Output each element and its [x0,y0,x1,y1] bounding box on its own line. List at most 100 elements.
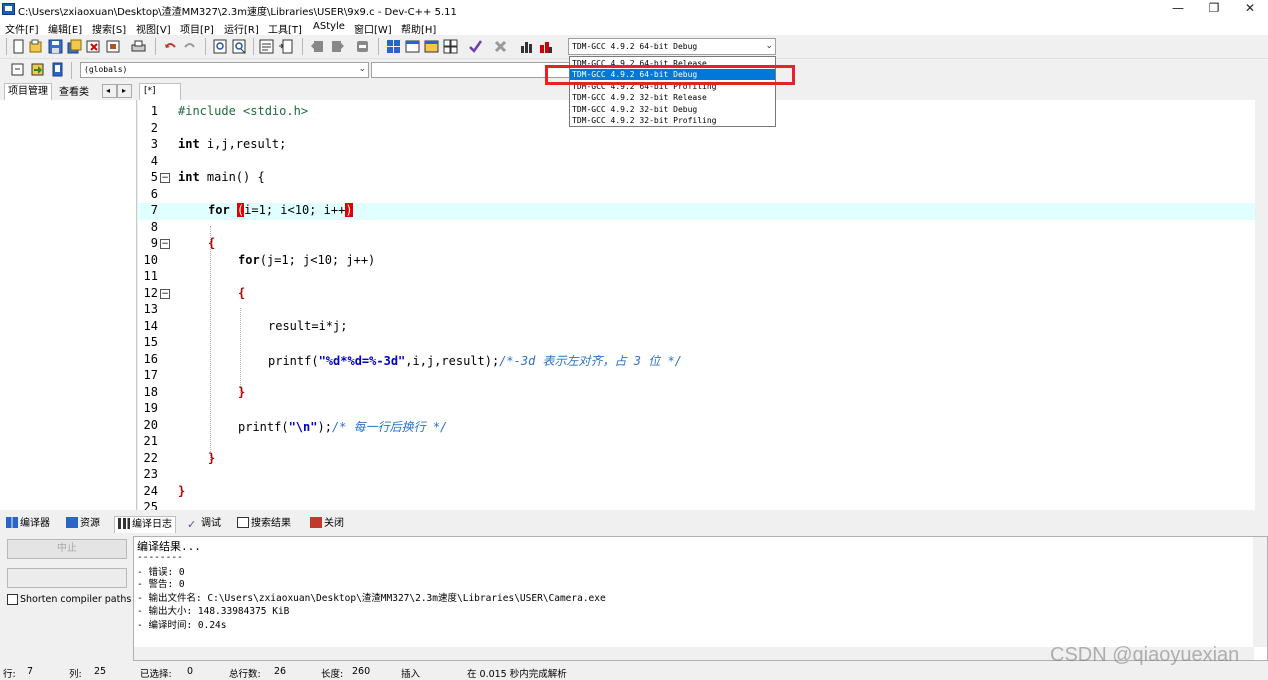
syntax-check-icon[interactable] [468,39,483,54]
code-line-24: 24} [143,484,186,498]
remove-from-project-icon[interactable] [330,39,345,54]
find-icon[interactable] [213,39,228,54]
indent-icon[interactable] [278,39,293,54]
compile-run-icon[interactable] [424,39,439,54]
menu-help[interactable]: 帮助[H] [401,21,436,36]
tab-close[interactable]: 关闭 [310,516,344,533]
tab-search-results[interactable]: 搜索结果 [237,516,291,533]
code-line-10: 10 for(j=1; j<10; j++) [143,253,376,267]
menu-edit[interactable]: 编辑[E] [48,21,82,36]
chevron-down-icon: ⌄ [765,41,773,51]
fold-collapse-icon[interactable]: − [160,289,170,299]
profile-icon[interactable] [538,39,553,54]
bottom-panel-tabs: 编译器 资源 编译日志 ✓ 调试 搜索结果 关闭 [0,514,1268,534]
close-button[interactable]: ✕ [1232,0,1268,19]
tab-resources[interactable]: 资源 [66,516,100,533]
tab-scroll-left[interactable]: ◂ [102,84,117,98]
print-icon[interactable] [131,39,146,54]
code-line-16: 16 printf("%d*%d=%-3d",i,j,result);/*-3d … [143,352,682,368]
chart-icon[interactable] [519,39,534,54]
compile-log[interactable]: 编译结果... -------- - 错误: 0 - 警告: 0 - 输出文件名… [133,536,1268,661]
tab-scroll-right[interactable]: ▸ [117,84,132,98]
code-line-23: 23 [143,467,158,481]
menu-astyle[interactable]: AStyle [313,21,345,32]
project-options-icon[interactable] [355,39,370,54]
menu-search[interactable]: 搜索[S] [92,21,126,36]
undo-icon[interactable] [163,39,178,54]
status-lines: 26 [274,666,287,677]
scope-select[interactable]: (globals) ⌄ [80,62,369,78]
log-line: - 输出大小: 148.33984375 KiB [137,606,290,617]
chevron-down-icon: ⌄ [358,64,366,74]
log-line: - 输出文件名: C:\Users\zxiaoxuan\Desktop\渣渣MM… [137,593,606,604]
insert-icon[interactable] [10,62,25,77]
status-row: 7 [27,666,34,677]
maximize-button[interactable]: ❐ [1196,0,1232,19]
run-icon[interactable] [405,39,420,54]
save-icon[interactable] [48,39,63,54]
menu-view[interactable]: 视图[V] [136,21,171,36]
annotation-highlight-box [545,65,795,85]
compiler-option[interactable]: TDM-GCC 4.9.2 32-bit Debug [570,104,775,115]
tab-project-manager[interactable]: 项目管理 [4,83,52,100]
tab-debug[interactable]: ✓ 调试 [187,516,221,533]
code-line-6: 6 [150,187,158,201]
tab-compile-log[interactable]: 编译日志 [114,516,176,533]
compiler-option[interactable]: TDM-GCC 4.9.2 32-bit Release [570,92,775,103]
minimize-button[interactable]: — [1160,0,1196,19]
menu-tools[interactable]: 工具[T] [268,21,302,36]
goto-bookmark-icon[interactable] [50,62,65,77]
save-all-icon[interactable] [67,39,82,54]
member-select[interactable] [371,62,571,78]
fold-collapse-icon[interactable]: − [160,173,170,183]
menu-project[interactable]: 项目[P] [180,21,214,36]
status-selected: 0 [187,666,194,677]
stop-compile-button[interactable]: 中止 [7,539,127,559]
compile-icon[interactable] [386,39,401,54]
code-line-17: 17 [143,368,158,382]
check-icon: ✓ [187,518,197,531]
compiler-select-value: TDM-GCC 4.9.2 64-bit Debug [572,42,698,51]
add-to-project-icon[interactable] [310,39,325,54]
menu-bar: 文件[F] 编辑[E] 搜索[S] 视图[V] 项目[P] 运行[R] 工具[T… [0,19,1268,36]
status-insert-mode: 插入 [401,669,421,680]
rebuild-icon[interactable] [443,39,458,54]
code-line-21: 21 [143,434,158,448]
code-line-3: 3 int i,j,result; [150,137,287,151]
menu-window[interactable]: 窗口[W] [354,21,392,36]
toggle-bookmark-icon[interactable] [30,62,45,77]
editor-tab-9x9[interactable]: [*] 9x9.c [139,83,181,111]
open-file-icon[interactable] [28,39,43,54]
compiler-select[interactable]: TDM-GCC 4.9.2 64-bit Debug ⌄ [568,38,776,55]
close-all-icon[interactable] [106,39,121,54]
menu-file[interactable]: 文件[F] [5,21,39,36]
chart-icon [118,518,130,529]
menu-run[interactable]: 运行[R] [224,21,259,36]
compiler-option[interactable]: TDM-GCC 4.9.2 32-bit Profiling [570,115,775,126]
log-vertical-scrollbar[interactable] [1253,537,1267,647]
status-parse-message: 在 0.015 秒内完成解析 [467,669,567,680]
code-editor[interactable]: 1 #include <stdio.h> 2 3 int i,j,result; 4… [138,100,1268,510]
code-line-25: 25 [143,500,158,510]
window-title: C:\Users\zxiaoxuan\Desktop\渣渣MM327\2.3m速… [18,7,457,18]
stop-execution-icon[interactable] [493,39,508,54]
log-line: - 警告: 0 [137,579,185,590]
shorten-paths-checkbox[interactable] [7,594,18,605]
fold-collapse-icon[interactable]: − [160,239,170,249]
code-line-14: 14 result=i*j; [143,319,348,333]
close-file-icon[interactable] [86,39,101,54]
title-bar: C:\Users\zxiaoxuan\Desktop\渣渣MM327\2.3m速… [0,0,1268,19]
status-selected-label: 已选择: [140,669,172,680]
goto-line-icon[interactable] [259,39,274,54]
code-line-22: 22} [143,451,216,465]
code-line-20: 20 printf("\n");/* 每一行后换行 */ [143,418,448,434]
code-line-18: 18} [143,385,246,399]
status-length: 260 [352,666,371,677]
redo-icon[interactable] [182,39,197,54]
replace-icon[interactable] [232,39,247,54]
editor-scrollbar[interactable] [1255,100,1268,510]
project-tree-panel[interactable] [0,100,137,510]
new-file-icon[interactable] [11,39,26,54]
status-row-label: 行: [3,669,16,680]
tab-compiler[interactable]: 编译器 [6,516,50,533]
